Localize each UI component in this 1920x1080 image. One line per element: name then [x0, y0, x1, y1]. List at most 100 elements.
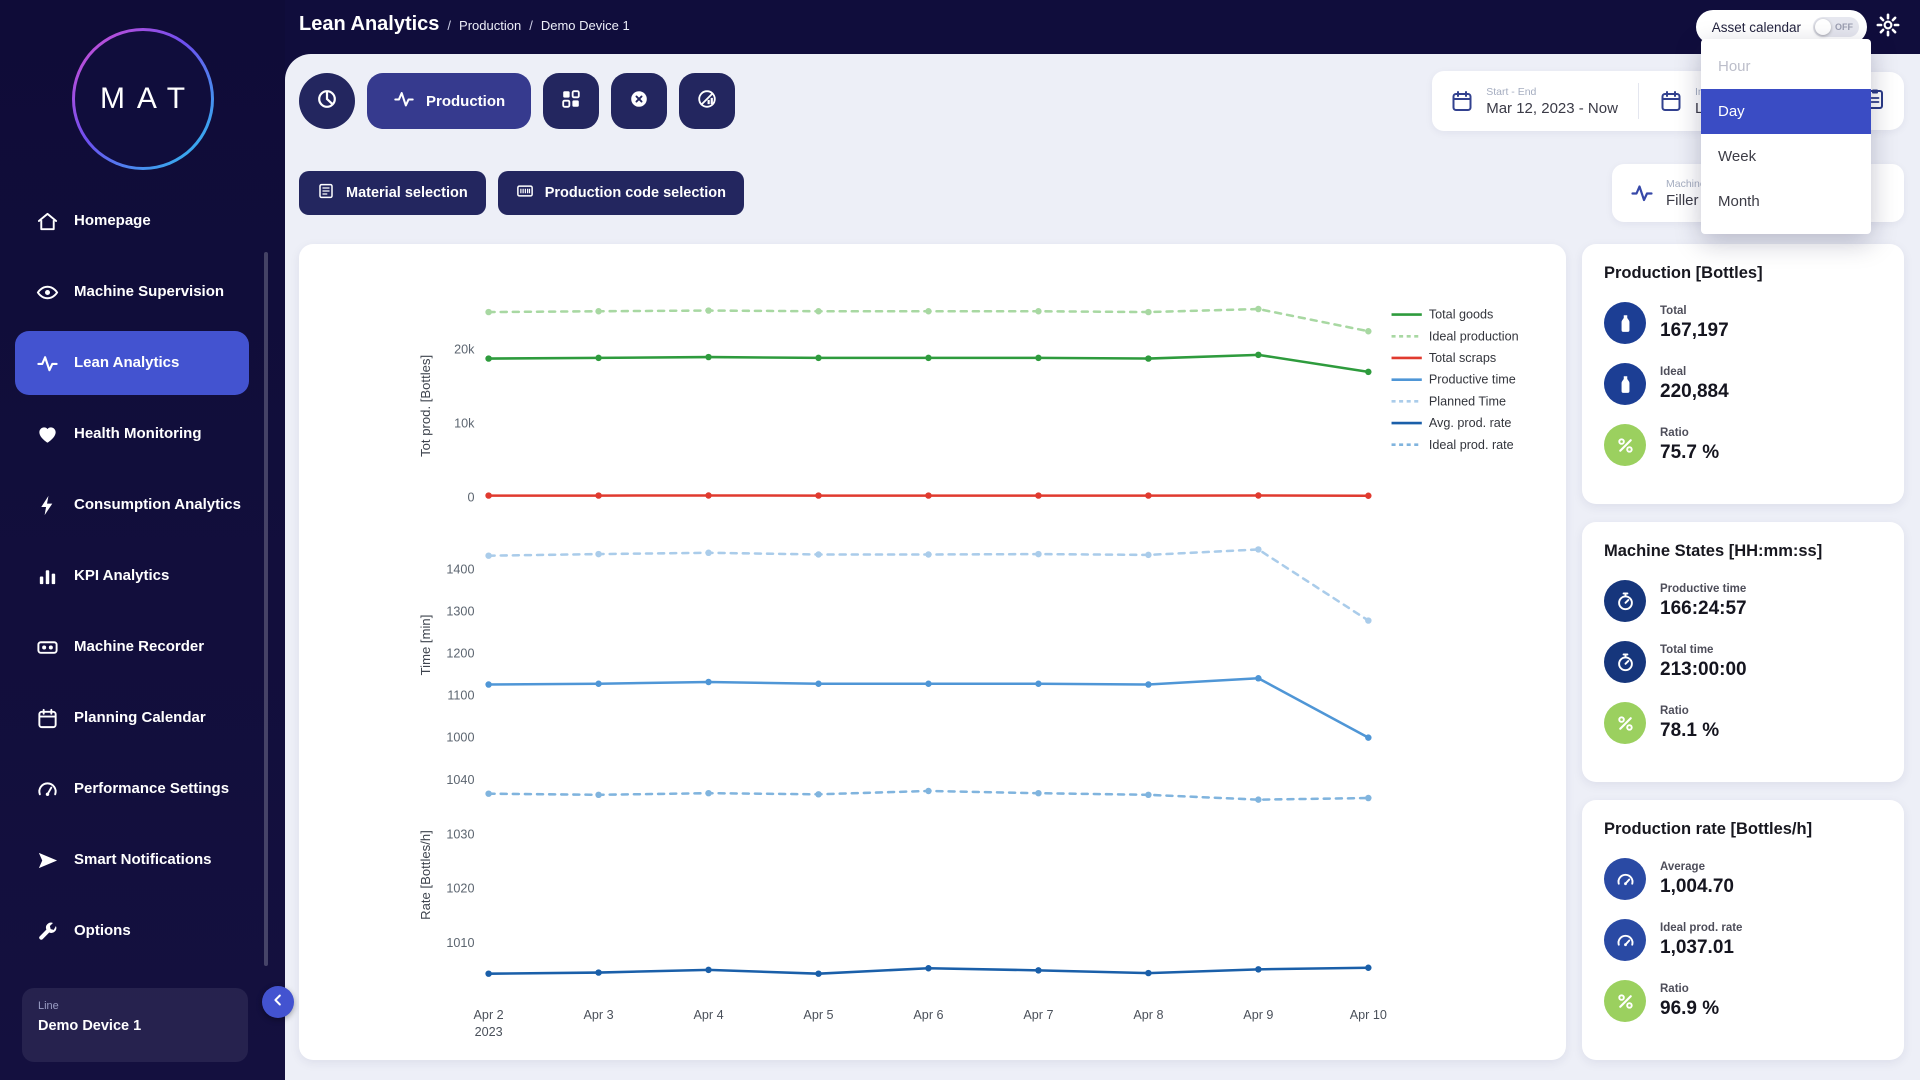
eye-icon — [35, 280, 59, 304]
breadcrumb-separator: / — [447, 18, 452, 33]
date-range-selector[interactable]: Start - End Mar 12, 2023 - Now — [1450, 86, 1618, 117]
kpi-value: 166:24:57 — [1660, 597, 1747, 619]
grid-view-button[interactable] — [543, 73, 600, 129]
data-point — [485, 355, 492, 362]
brand-logo-text: MAT — [74, 31, 211, 167]
material-selection-label: Material selection — [346, 185, 468, 201]
data-point — [925, 965, 932, 972]
svg-text:Planned Time: Planned Time — [1429, 394, 1506, 408]
y-tick-label: 1100 — [447, 689, 474, 703]
data-point — [485, 681, 492, 688]
data-point — [815, 492, 822, 499]
activity-icon — [1630, 181, 1654, 205]
breadcrumb: Lean Analytics / Production / Demo Devic… — [299, 13, 630, 36]
production-tab-button[interactable]: Production — [367, 73, 532, 129]
settings-button[interactable] — [1874, 13, 1902, 41]
data-point — [1365, 368, 1372, 376]
panel-title: Production rate [Bottles/h] — [1604, 820, 1813, 838]
main-area: 0 10k 20k Tot prod. [Bottles] 1000 1100 1200 13… — [299, 244, 1904, 1060]
y-tick-label: 1300 — [446, 604, 474, 618]
stopwatch-icon — [1604, 580, 1646, 622]
dropdown-option-day[interactable]: Day — [1701, 89, 1871, 134]
data-point — [705, 492, 712, 499]
data-point — [595, 969, 602, 976]
kpi-row: Ratio 96.9 % — [1604, 980, 1882, 1022]
legend-item[interactable]: Productive time — [1391, 373, 1516, 387]
chart-options-button[interactable] — [679, 73, 736, 129]
breadcrumb-separator: / — [529, 18, 533, 33]
sidebar-menu: Homepage Machine Supervision Lean Analytic… — [0, 182, 285, 970]
sidebar-item-label: Machine Recorder — [74, 638, 205, 656]
dropdown-option-month[interactable]: Month — [1701, 179, 1871, 224]
sidebar-item-kpi-analytics[interactable]: KPI Analytics — [15, 544, 249, 608]
production-code-label: Production code selection — [544, 185, 726, 201]
interval-dropdown: Hour Day Week Month — [1701, 39, 1871, 234]
sidebar-item-health-monitoring[interactable]: Health Monitoring — [15, 402, 249, 466]
sidebar-item-performance-settings[interactable]: Performance Settings — [15, 757, 249, 821]
sidebar-item-planning-calendar[interactable]: Planning Calendar — [15, 686, 249, 750]
kpi-label: Ideal — [1660, 365, 1687, 378]
sidebar-item-smart-notifications[interactable]: Smart Notifications — [15, 828, 249, 892]
data-point — [705, 549, 712, 557]
legend-item[interactable]: Total goods — [1391, 308, 1494, 322]
sidebar-item-machine-recorder[interactable]: Machine Recorder — [15, 615, 249, 679]
asset-calendar-toggle[interactable]: OFF — [1813, 17, 1859, 37]
kpi-row: Ideal 220,884 — [1604, 363, 1882, 405]
panel-title: Production [Bottles] — [1604, 264, 1763, 282]
data-point — [485, 970, 492, 977]
dropdown-option-week[interactable]: Week — [1701, 134, 1871, 179]
data-point — [815, 791, 822, 798]
sidebar-scrollbar[interactable] — [264, 252, 268, 966]
sidebar-item-homepage[interactable]: Homepage — [15, 189, 249, 253]
clear-selection-button[interactable] — [611, 73, 668, 129]
data-point — [1035, 789, 1042, 797]
data-point — [925, 492, 932, 499]
legend-item[interactable]: Avg. prod. rate — [1391, 416, 1512, 430]
machine-filter-value: Filler — [1666, 191, 1699, 209]
legend-item[interactable]: Total scraps — [1391, 351, 1497, 365]
data-point — [595, 354, 602, 362]
x-tick-label: Apr 9 — [1243, 1008, 1273, 1022]
breadcrumb-production[interactable]: Production — [459, 18, 521, 33]
percent-icon — [1604, 980, 1646, 1022]
data-point — [485, 308, 492, 316]
sidebar-collapse-button[interactable] — [262, 986, 294, 1018]
svg-text:Total goods: Total goods — [1429, 308, 1494, 322]
material-selection-button[interactable]: Material selection — [299, 171, 486, 215]
sidebar-item-machine-supervision[interactable]: Machine Supervision — [15, 260, 249, 324]
data-point — [815, 551, 822, 558]
gear-icon — [1875, 12, 1901, 43]
data-point — [1365, 964, 1372, 971]
kpi-value: 1,004.70 — [1660, 875, 1734, 897]
sidebar-item-label: Planning Calendar — [74, 709, 206, 727]
dropdown-option-hour[interactable]: Hour — [1701, 44, 1871, 89]
content: Production Start - End Mar 12, 2023 - No… — [285, 54, 1920, 1080]
heart-icon — [35, 422, 59, 446]
legend-item[interactable]: Ideal production — [1391, 329, 1519, 343]
breadcrumb-device[interactable]: Demo Device 1 — [541, 18, 630, 33]
y-tick-label: 1010 — [446, 936, 474, 950]
y-tick-label: 1400 — [446, 562, 474, 576]
legend-item[interactable]: Ideal prod. rate — [1391, 438, 1514, 452]
device-card[interactable]: Line Demo Device 1 — [22, 988, 248, 1062]
kpi-label: Average — [1660, 860, 1705, 873]
legend-item[interactable]: Planned Time — [1391, 394, 1506, 408]
data-point — [1365, 492, 1372, 500]
svg-text:Ideal prod. rate: Ideal prod. rate — [1429, 438, 1514, 452]
x-circle-icon — [628, 88, 650, 115]
sidebar-item-consumption-analytics[interactable]: Consumption Analytics — [15, 473, 249, 537]
slashed-chart-icon — [696, 88, 718, 115]
data-point — [925, 787, 932, 795]
sidebar: MAT Homepage Machine Supervision Lean Anal… — [0, 0, 294, 1080]
pie-chart-view-button[interactable] — [299, 73, 355, 129]
data-point — [1145, 681, 1152, 688]
sidebar-item-options[interactable]: Options — [15, 899, 249, 963]
kpi-label: Total — [1660, 304, 1687, 317]
data-point — [595, 492, 602, 499]
data-point — [1365, 617, 1372, 624]
production-code-selection-button[interactable]: Production code selection — [497, 171, 744, 215]
data-point — [815, 680, 822, 687]
chart-series-line — [487, 677, 1370, 739]
sidebar-item-lean-analytics[interactable]: Lean Analytics — [15, 331, 249, 395]
x-tick-label: Apr 4 — [693, 1008, 723, 1022]
